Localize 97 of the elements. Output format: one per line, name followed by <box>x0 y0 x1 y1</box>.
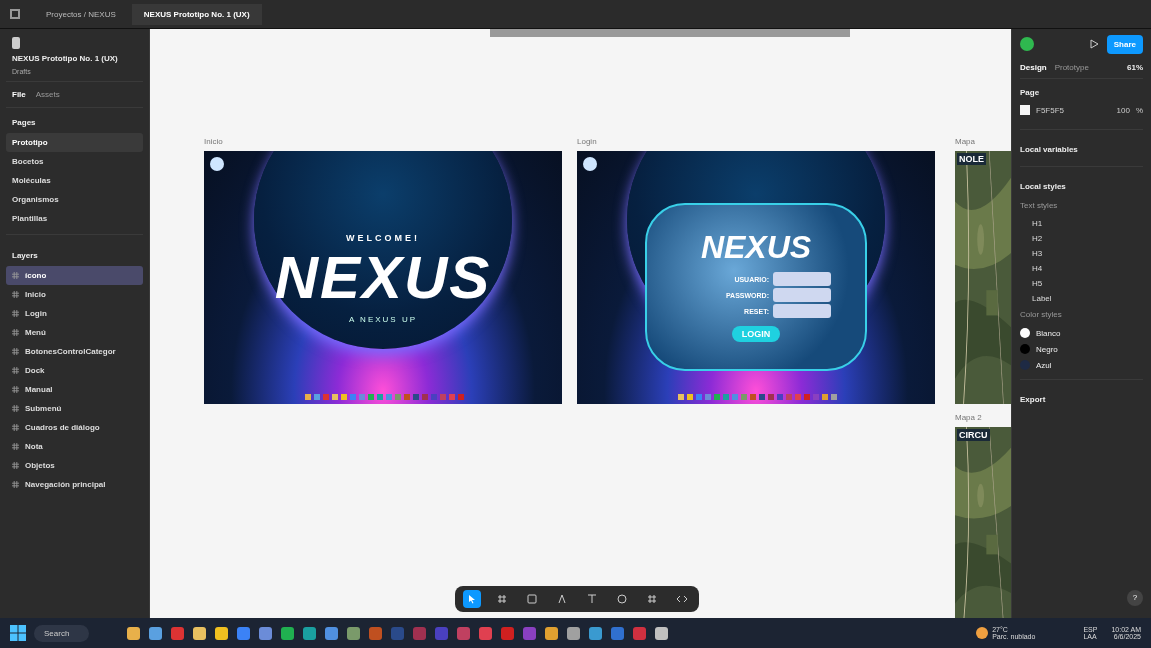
windows-icon[interactable] <box>10 625 26 641</box>
color-value[interactable]: F5F5F5 <box>1036 105 1064 115</box>
layer-item[interactable]: Submenú <box>6 399 143 418</box>
frame-icon <box>12 348 19 355</box>
input-field[interactable] <box>773 304 831 318</box>
weather-icon[interactable] <box>976 627 989 639</box>
input-field[interactable] <box>773 272 831 286</box>
frame-icon <box>12 424 19 431</box>
color-swatch[interactable] <box>1020 105 1030 115</box>
layer-item[interactable]: Manual <box>6 380 143 399</box>
page-item[interactable]: Bocetos <box>6 152 143 171</box>
help-button[interactable]: ? <box>1127 590 1143 606</box>
app-icon[interactable] <box>589 626 603 640</box>
color-style[interactable]: Blanco <box>1036 328 1061 338</box>
frame-icon <box>12 272 19 279</box>
layer-item[interactable]: Navegación principal <box>6 475 143 494</box>
text-style[interactable]: H3 <box>1020 246 1143 261</box>
group-title: Text styles <box>1020 200 1059 212</box>
app-icon[interactable] <box>567 626 581 640</box>
play-icon[interactable] <box>1088 39 1099 49</box>
section-title: Pages <box>11 117 37 129</box>
search-field[interactable]: Search <box>34 624 90 642</box>
text-style[interactable]: H4 <box>1020 261 1143 276</box>
app-icon[interactable] <box>303 626 317 640</box>
file-name[interactable]: NEXUS Prototipo No. 1 (UX) <box>12 54 137 63</box>
app-icon[interactable] <box>193 626 207 640</box>
zoom-level[interactable]: 61% <box>1127 63 1143 72</box>
layer-item[interactable]: Login <box>6 304 143 323</box>
cursor-icon[interactable] <box>463 590 481 608</box>
section-title[interactable]: Local variables <box>1020 136 1078 160</box>
layer-item[interactable]: Nota <box>6 437 143 456</box>
frame-icon <box>12 310 19 317</box>
frame-icon <box>12 291 19 298</box>
app-icon[interactable] <box>281 626 295 640</box>
frame-icon <box>12 443 19 450</box>
logo-icon[interactable] <box>12 37 20 49</box>
app-icon[interactable] <box>259 626 273 640</box>
frame-icon <box>12 462 19 469</box>
layer-item[interactable]: BotonesControlCategor <box>6 342 143 361</box>
frame-icon <box>12 405 19 412</box>
group-title: Color styles <box>1020 309 1063 321</box>
app-icon[interactable] <box>479 626 493 640</box>
text-style[interactable]: H2 <box>1020 231 1143 246</box>
avatar[interactable] <box>1020 37 1034 51</box>
input-field[interactable] <box>773 288 831 302</box>
logo-text: NEXUS <box>273 243 493 312</box>
text-style[interactable]: H1 <box>1020 216 1143 231</box>
page-item[interactable]: Moléculas <box>6 171 143 190</box>
document-tab[interactable]: NEXUS Prototipo No. 1 (UX) <box>131 3 262 25</box>
app-icon <box>583 157 597 171</box>
app-icon[interactable] <box>655 626 669 640</box>
frame-label[interactable]: Login <box>577 137 935 151</box>
layer-item[interactable]: Cuadros de diálogo <box>6 418 143 437</box>
scrollbar[interactable] <box>490 29 850 37</box>
logo-text: NEXUS <box>700 229 812 266</box>
map-heading: NOLE <box>957 153 986 165</box>
color-style[interactable]: Azul <box>1036 360 1052 370</box>
tagline: A NEXUS UP <box>348 315 418 324</box>
layer-item[interactable]: ícono <box>6 266 143 285</box>
panel-tab[interactable]: Prototype <box>1054 63 1089 72</box>
app-icon[interactable] <box>325 626 339 640</box>
section-title: Page <box>1020 87 1041 99</box>
frame-label[interactable]: Mapa <box>955 137 1011 151</box>
panel-tab[interactable]: Assets <box>35 90 60 99</box>
frame-label[interactable]: Inicio <box>204 137 562 151</box>
panel-tab[interactable]: File <box>12 90 26 99</box>
frame-icon <box>12 481 19 488</box>
section-title[interactable]: Local styles <box>1020 173 1066 197</box>
panel-tab[interactable]: Design <box>1020 63 1047 72</box>
layer-item[interactable]: Inicio <box>6 285 143 304</box>
page-item[interactable]: Organismos <box>6 190 143 209</box>
text-style[interactable]: Label <box>1020 291 1143 306</box>
layer-item[interactable]: Menú <box>6 323 143 342</box>
layer-item[interactable]: Objetos <box>6 456 143 475</box>
opacity-value[interactable]: 100 <box>1116 105 1130 115</box>
app-icon[interactable] <box>237 626 251 640</box>
page-item[interactable]: Prototipo <box>6 133 143 152</box>
welcome-text: WELCOME! <box>345 233 421 243</box>
document-tab[interactable]: Proyectos / NEXUS <box>34 3 128 25</box>
app-icon[interactable] <box>545 626 559 640</box>
text-style[interactable]: H5 <box>1020 276 1143 291</box>
frame-icon <box>12 386 19 393</box>
frame-label[interactable]: Mapa 2 <box>955 413 1011 427</box>
app-icon[interactable] <box>127 626 141 640</box>
page-item[interactable]: Plantillas <box>6 209 143 228</box>
section-title[interactable]: Export <box>1020 386 1143 410</box>
frame-icon <box>12 329 19 336</box>
app-icon[interactable] <box>215 626 229 640</box>
app-icon <box>210 157 224 171</box>
section-title: Layers <box>11 250 39 262</box>
percent-sign: % <box>1135 105 1143 115</box>
map-heading: CIRCU <box>957 429 990 441</box>
color-style[interactable]: Negro <box>1036 344 1058 354</box>
frame-icon <box>12 367 19 374</box>
app-icon[interactable] <box>149 626 163 640</box>
layer-item[interactable]: Dock <box>6 361 143 380</box>
app-icon[interactable] <box>347 626 361 640</box>
